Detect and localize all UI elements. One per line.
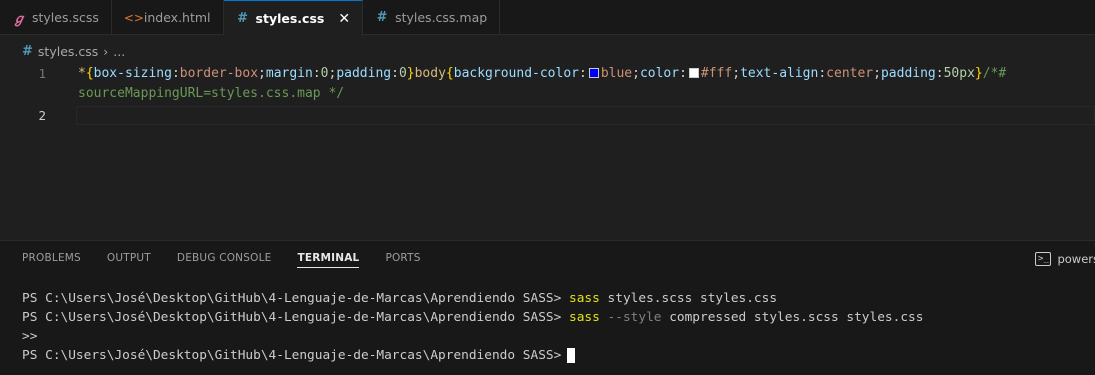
code-text: *{box-sizing:border-box;margin:0;padding…: [78, 66, 1007, 81]
shell-label: powers: [1057, 252, 1095, 266]
current-line-highlight: [76, 106, 1095, 125]
tab-label: index.html: [143, 10, 211, 25]
code-editor[interactable]: 1 *{box-sizing:border-box;margin:0;paddi…: [0, 64, 1095, 236]
line-number: 1: [38, 66, 46, 81]
tab-styles-css[interactable]: # styles.css ✕: [223, 0, 364, 36]
terminal-line: >>: [22, 329, 38, 344]
tab-index-html[interactable]: <> index.html: [112, 0, 224, 35]
tab-styles-css-map[interactable]: # styles.css.map: [363, 0, 501, 35]
editor-tab-bar: ℊ styles.scss <> index.html # styles.css…: [0, 0, 1095, 36]
terminal-cursor: [567, 348, 576, 363]
code-line-1-wrap[interactable]: sourceMappingURL=styles.css.map */: [0, 84, 1095, 103]
sass-icon: ℊ: [12, 12, 26, 27]
tab-styles-scss[interactable]: ℊ styles.scss: [0, 0, 112, 35]
color-swatch-white[interactable]: [688, 68, 699, 78]
terminal-line: PS C:\Users\José\Desktop\GitHub\4-Lengua…: [22, 310, 924, 325]
code-text-wrapped: sourceMappingURL=styles.css.map */: [78, 86, 345, 101]
css-icon: #: [237, 11, 248, 26]
close-icon[interactable]: ✕: [338, 11, 350, 27]
breadcrumb: # styles.css › ...: [22, 41, 125, 61]
line-number: 2: [38, 108, 46, 123]
code-line-2[interactable]: 2: [0, 106, 1095, 125]
bottom-panel: PROBLEMS OUTPUT DEBUG CONSOLE TERMINAL P…: [0, 240, 1095, 375]
panel-tab-bar: PROBLEMS OUTPUT DEBUG CONSOLE TERMINAL P…: [0, 241, 1095, 275]
terminal-output[interactable]: PS C:\Users\José\Desktop\GitHub\4-Lengua…: [22, 289, 1095, 365]
css-icon: #: [376, 10, 388, 25]
tab-label: styles.css.map: [395, 10, 488, 25]
terminal-line: PS C:\Users\José\Desktop\GitHub\4-Lengua…: [22, 291, 778, 306]
tab-label: styles.css: [255, 11, 325, 26]
css-icon: #: [22, 43, 33, 59]
code-line-1[interactable]: 1 *{box-sizing:border-box;margin:0;paddi…: [0, 64, 1095, 83]
terminal-shell-selector[interactable]: >_ powers: [1035, 249, 1095, 269]
tab-label: styles.scss: [32, 10, 99, 25]
chevron-right-icon: ›: [103, 43, 109, 59]
color-swatch-blue[interactable]: [588, 68, 599, 78]
breadcrumb-more[interactable]: ...: [113, 44, 125, 59]
tab-ports[interactable]: PORTS: [385, 241, 420, 275]
tab-terminal[interactable]: TERMINAL: [297, 241, 360, 275]
terminal-prompt-line[interactable]: PS C:\Users\José\Desktop\GitHub\4-Lengua…: [22, 346, 1095, 365]
tab-debug-console[interactable]: DEBUG CONSOLE: [177, 241, 272, 275]
tab-problems[interactable]: PROBLEMS: [22, 241, 81, 275]
breadcrumb-file[interactable]: styles.css: [38, 44, 98, 59]
terminal-icon: >_: [1035, 252, 1052, 266]
tab-output[interactable]: OUTPUT: [107, 241, 151, 275]
vscode-window: ℊ styles.scss <> index.html # styles.css…: [0, 0, 1095, 375]
html-icon: <>: [123, 10, 144, 25]
